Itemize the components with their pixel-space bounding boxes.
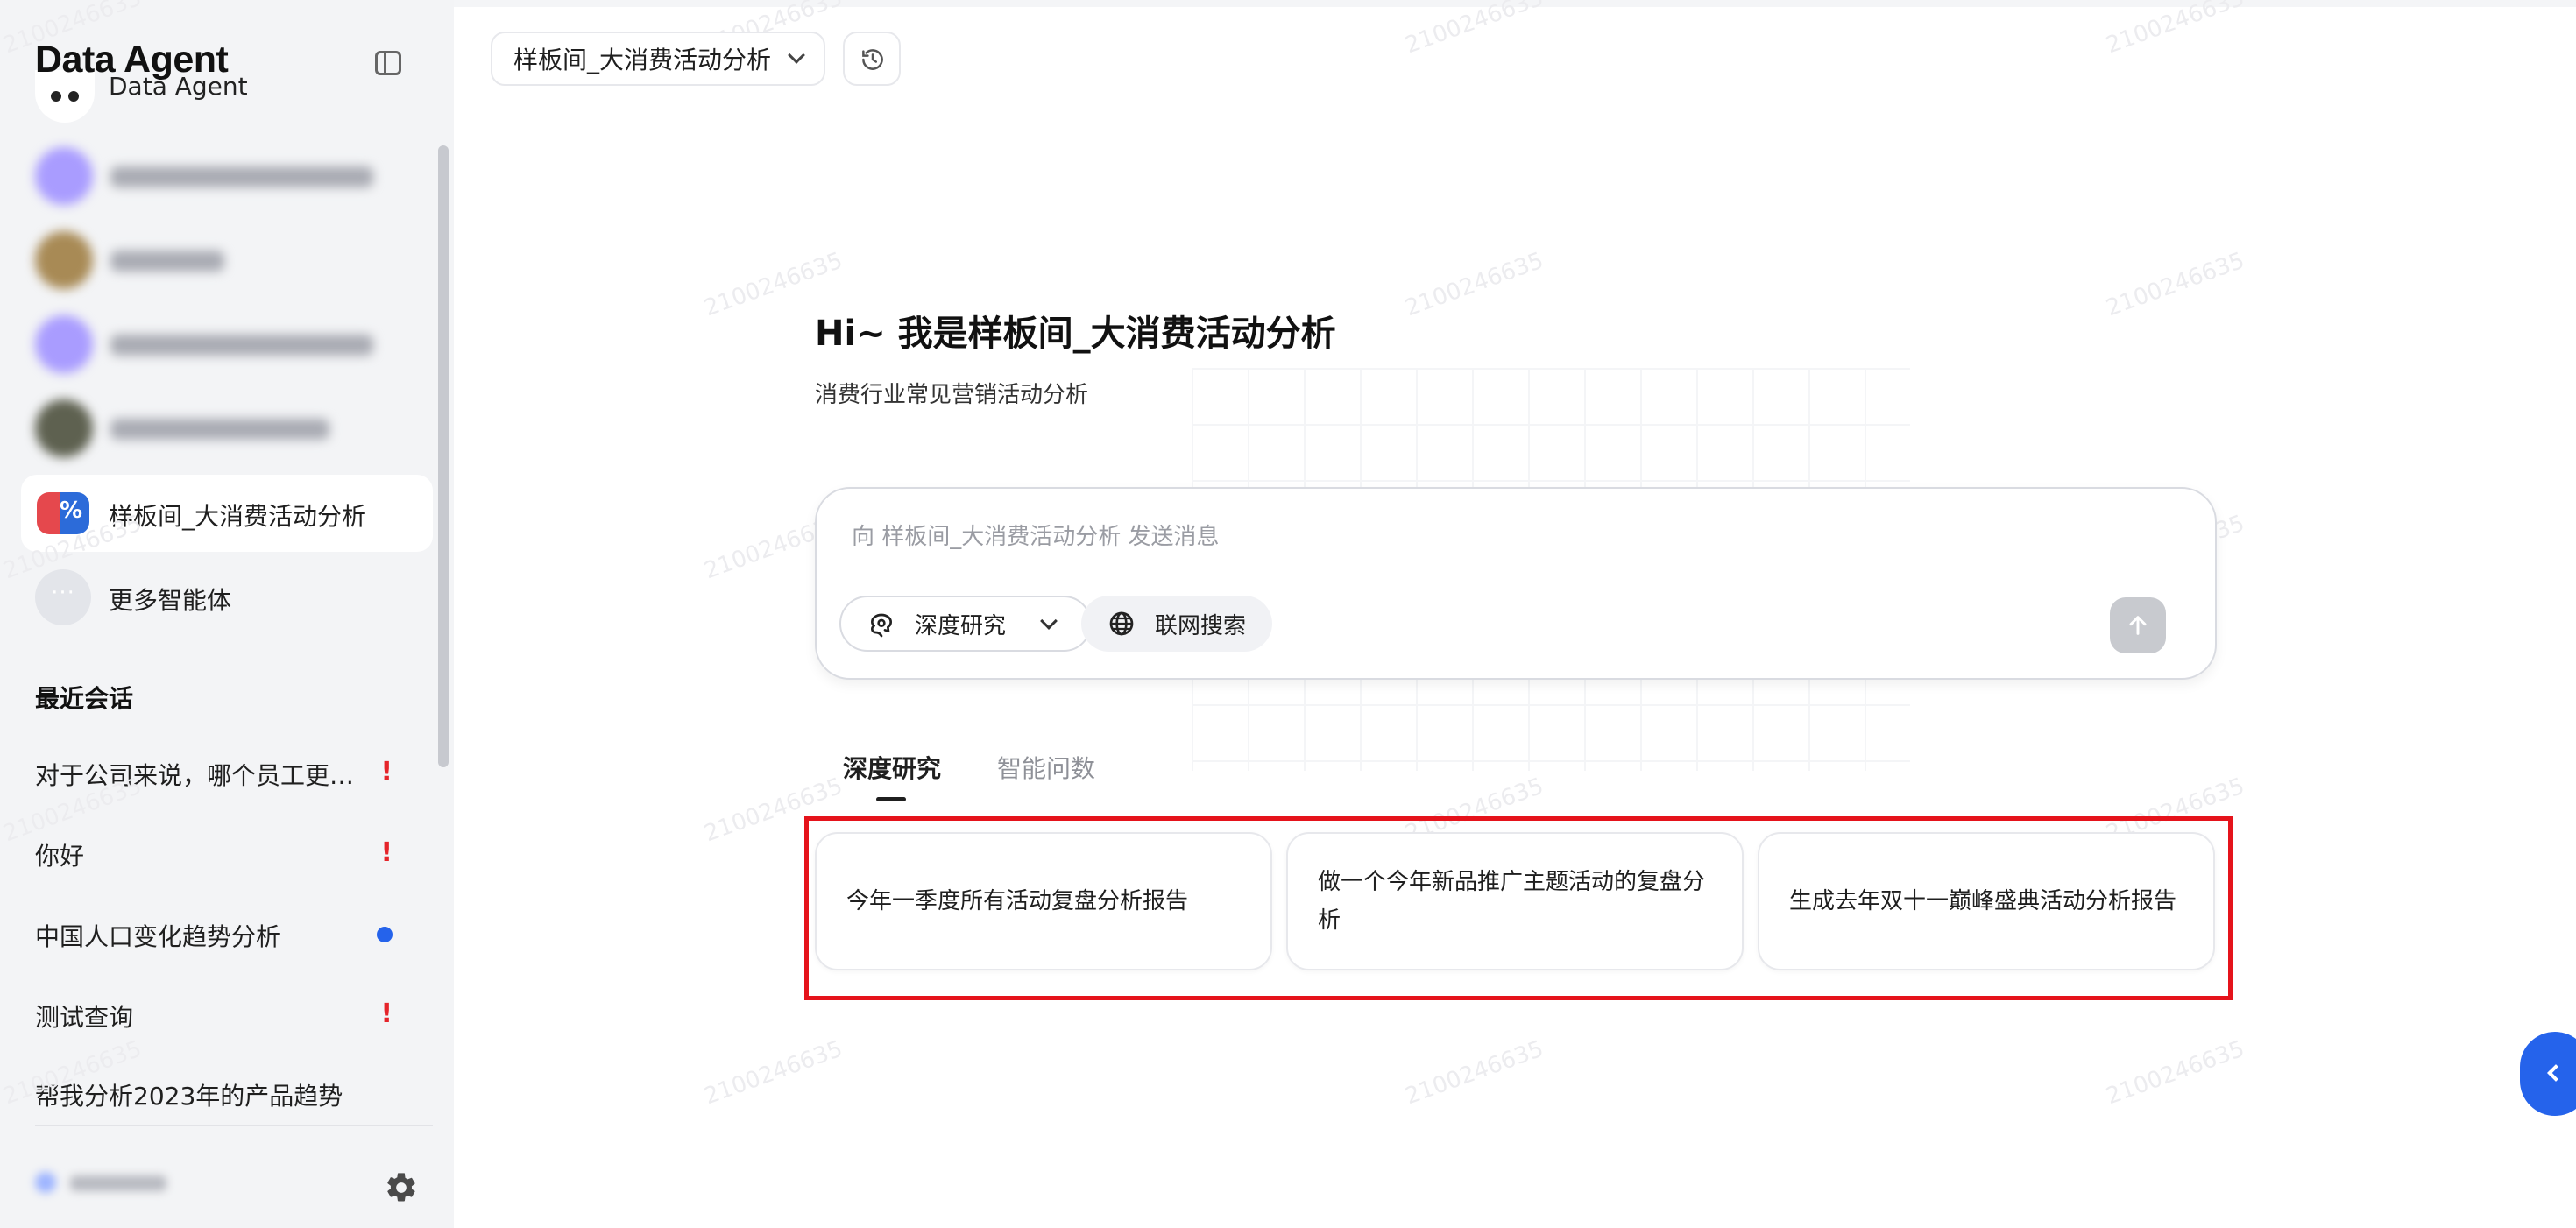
agent-item-redacted[interactable] bbox=[35, 229, 403, 291]
watermark: 2100246635 bbox=[2102, 1035, 2248, 1111]
greeting-title: Hi~ 我是样板间_大消费活动分析 bbox=[815, 314, 1336, 354]
web-search-toggle[interactable]: 联网搜索 bbox=[1081, 596, 1273, 652]
sidebar-divider bbox=[35, 1125, 433, 1126]
agent-item-redacted[interactable] bbox=[35, 398, 403, 459]
tab-smart-query[interactable]: 智能问数 bbox=[997, 750, 1095, 785]
error-icon: ! bbox=[380, 999, 393, 1029]
user-profile[interactable] bbox=[35, 1170, 175, 1195]
agent-item-label: 样板间_大消费活动分析 bbox=[109, 502, 367, 531]
suggestion-text: 生成去年双十一巅峰盛典活动分析报告 bbox=[1789, 888, 2177, 914]
error-icon: ! bbox=[380, 757, 393, 787]
more-agents-item[interactable]: 更多智能体 bbox=[21, 559, 433, 636]
recent-conversations-title: 最近会话 bbox=[35, 684, 134, 713]
message-composer: 深度研究 联网搜索 bbox=[815, 487, 2217, 680]
watermark: 2100246635 bbox=[1401, 0, 1547, 60]
conversation-item[interactable]: 测试查询 ! bbox=[35, 992, 412, 1035]
history-icon bbox=[862, 49, 883, 70]
agent-item-active[interactable]: 样板间_大消费活动分析 bbox=[21, 475, 433, 552]
watermark: 2100246635 bbox=[2102, 0, 2248, 60]
agent-item-redacted[interactable] bbox=[35, 145, 403, 207]
brain-icon bbox=[871, 613, 892, 638]
deep-research-label: 深度研究 bbox=[915, 612, 1007, 639]
web-search-label: 联网搜索 bbox=[1155, 612, 1247, 639]
more-agents-label: 更多智能体 bbox=[109, 586, 232, 615]
suggestion-card[interactable]: 今年一季度所有活动复盘分析报告 bbox=[815, 832, 1272, 970]
running-status-icon bbox=[377, 927, 393, 942]
conversation-title: 帮我分析2023年的产品趋势 bbox=[35, 1082, 343, 1111]
conversation-item[interactable]: 对于公司来说，哪个员工更剧… ! bbox=[35, 750, 412, 794]
tab-deep-research[interactable]: 深度研究 bbox=[843, 750, 941, 785]
history-button[interactable] bbox=[843, 32, 901, 86]
top-edge bbox=[454, 0, 2576, 7]
chevron-left-icon bbox=[2547, 1064, 2565, 1082]
sidebar-scrollbar[interactable] bbox=[438, 145, 449, 767]
suggestion-card[interactable]: 生成去年双十一巅峰盛典活动分析报告 bbox=[1758, 832, 2215, 970]
agent-selector-dropdown[interactable]: 样板间_大消费活动分析 bbox=[491, 32, 826, 86]
message-input[interactable] bbox=[852, 524, 2078, 550]
conversation-item[interactable]: 中国人口变化趋势分析 bbox=[35, 911, 412, 955]
error-icon: ! bbox=[380, 837, 393, 868]
watermark: 2100246635 bbox=[1401, 1035, 1547, 1111]
globe-icon bbox=[1109, 611, 1134, 636]
watermark: 2100246635 bbox=[1401, 247, 1547, 322]
suggestion-text: 今年一季度所有活动复盘分析报告 bbox=[846, 888, 1189, 914]
chevron-down-icon bbox=[1040, 612, 1058, 630]
suggestion-text: 做一个今年新品推广主题活动的复盘分析 bbox=[1318, 869, 1706, 934]
more-icon bbox=[35, 569, 91, 625]
conversation-title: 对于公司来说，哪个员工更剧… bbox=[35, 761, 377, 790]
watermark: 2100246635 bbox=[2102, 247, 2248, 322]
send-button[interactable] bbox=[2110, 597, 2166, 653]
deep-research-toggle[interactable]: 深度研究 bbox=[839, 596, 1093, 652]
conversation-title: 测试查询 bbox=[35, 1003, 134, 1032]
app-logo: Data Agent bbox=[35, 39, 229, 81]
agent-selector-label: 样板间_大消费活动分析 bbox=[513, 46, 772, 74]
sale-icon bbox=[37, 492, 89, 534]
active-tab-indicator bbox=[876, 797, 906, 801]
conversation-title: 中国人口变化趋势分析 bbox=[35, 922, 281, 951]
watermark: 2100246635 bbox=[700, 1035, 846, 1111]
conversation-title: 你好 bbox=[35, 842, 85, 871]
arrow-up-icon bbox=[2129, 616, 2147, 635]
agent-item-redacted[interactable] bbox=[35, 314, 403, 375]
agent-description: 消费行业常见营销活动分析 bbox=[815, 382, 1089, 408]
side-panel-toggle[interactable] bbox=[2520, 1032, 2576, 1116]
chevron-down-icon bbox=[788, 46, 805, 64]
conversation-item[interactable]: 帮我分析2023年的产品趋势 bbox=[35, 1070, 412, 1114]
sidebar-collapse-icon[interactable] bbox=[375, 51, 401, 75]
sidebar: Data Agent Data Agent 样板间_大消费活动分析 更多智能体 … bbox=[0, 0, 454, 1228]
suggestion-card[interactable]: 做一个今年新品推广主题活动的复盘分析 bbox=[1286, 832, 1744, 970]
gear-icon[interactable] bbox=[384, 1170, 419, 1205]
conversation-item[interactable]: 你好 ! bbox=[35, 830, 412, 874]
